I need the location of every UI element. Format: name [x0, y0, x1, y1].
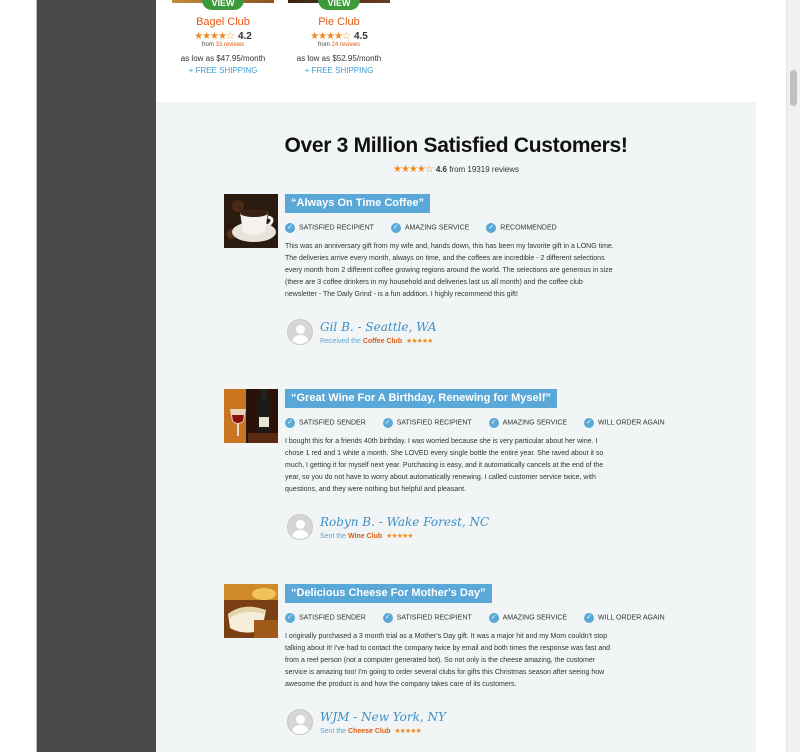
reviews-link[interactable]: 33 reviews	[215, 42, 244, 48]
reviewer-club: Received the Coffee Club ★★★★★	[320, 338, 433, 345]
reviews-link[interactable]: 24 reviews	[331, 42, 360, 48]
check-icon: ✓	[488, 613, 499, 623]
review-headline: “Great Wine For A Birthday, Renewing for…	[285, 389, 557, 408]
review-total-text: from 19319 reviews	[449, 165, 519, 174]
review-text: This was an anniversary gift from my wif…	[285, 243, 614, 298]
avatar	[287, 709, 313, 735]
review-text: I originally purchased a 3 month trial a…	[285, 633, 611, 688]
review-tag: ✓ WILL ORDER AGAIN	[584, 613, 665, 623]
product-price: as low as $47.95/month	[180, 54, 266, 63]
reviewer-name: Robyn B. - Wake Forest, NC	[320, 515, 490, 529]
review-tag: ✓ SATISFIED SENDER	[285, 613, 366, 623]
star-rating-icon: ★★★★★	[394, 728, 421, 735]
reviews-section: Over 3 Million Satisfied Customers! ★★★★…	[156, 102, 756, 752]
view-button[interactable]: VIEW	[202, 0, 244, 10]
product-price: as low as $52.95/month	[296, 54, 382, 63]
review-tag: ✓ SATISFIED RECIPIENT	[285, 223, 374, 233]
check-icon: ✓	[285, 613, 295, 623]
club-link[interactable]: Coffee Club	[363, 338, 402, 345]
view-button[interactable]: VIEW	[318, 0, 360, 10]
review-tags: ✓ SATISFIED SENDER ✓ SATISFIED RECIPIENT ✓…	[285, 613, 680, 625]
check-icon: ✓	[486, 223, 497, 233]
main-content: VIEW Bagel Club ★★★★☆ 4.2 from 33 reviews…	[156, 0, 786, 752]
club-link[interactable]: Cheese Club	[348, 728, 390, 735]
review-tag: ✓ SATISFIED SENDER	[285, 418, 366, 428]
check-icon: ✓	[584, 418, 595, 428]
product-rating: ★★★★☆ 4.2	[158, 31, 288, 42]
review-tags: ✓ SATISFIED SENDER ✓ SATISFIED RECIPIENT ✓…	[285, 418, 680, 430]
review-count: from 33 reviews	[158, 42, 288, 48]
star-rating-icon: ★★★★☆	[393, 164, 434, 175]
cheese-photo	[224, 584, 278, 638]
review-tag: ✓ AMAZING SERVICE	[488, 613, 567, 623]
club-link[interactable]: Wine Club	[348, 533, 382, 540]
vertical-scrollbar[interactable]	[786, 0, 800, 752]
coffee-photo	[224, 194, 278, 248]
star-rating-icon: ★★★★★	[406, 338, 433, 345]
review-tag: ✓ SATISFIED RECIPIENT	[382, 418, 472, 428]
review-tag: ✓ AMAZING SERVICE	[488, 418, 567, 428]
product-name[interactable]: Bagel Club	[158, 16, 288, 28]
scrollbar-thumb[interactable]	[790, 70, 797, 106]
star-rating-icon: ★★★★☆	[194, 31, 235, 42]
reviewer-name: WJM - New York, NY	[320, 710, 446, 724]
review-tag: ✓ RECOMMENDED	[486, 223, 557, 233]
from-text: from	[317, 42, 330, 48]
review-tags: ✓ SATISFIED RECIPIENT ✓ AMAZING SERVICE ✓ R…	[285, 223, 572, 235]
star-rating-icon: ★★★★★	[386, 533, 413, 540]
review-tag: ✓ SATISFIED RECIPIENT	[382, 613, 472, 623]
overall-rating: ★★★★☆ 4.6 from 19319 reviews	[156, 164, 756, 175]
check-icon: ✓	[382, 418, 393, 428]
product-row: VIEW Bagel Club ★★★★☆ 4.2 from 33 reviews…	[156, 0, 756, 100]
wine-photo	[224, 389, 278, 443]
free-shipping-label: + FREE SHIPPING	[304, 66, 374, 75]
review-count: from 24 reviews	[274, 42, 404, 48]
product-name[interactable]: Pie Club	[274, 16, 404, 28]
review-tag: ✓ WILL ORDER AGAIN	[584, 418, 665, 428]
check-icon: ✓	[584, 613, 595, 623]
dark-side-panel	[37, 0, 156, 752]
review-tag: ✓ AMAZING SERVICE	[390, 223, 469, 233]
reviewer-name: Gil B. - Seattle, WA	[320, 320, 437, 334]
overall-rating-value: 4.6	[435, 165, 447, 174]
rating-value: 4.5	[353, 31, 368, 42]
from-text: from	[201, 42, 214, 48]
review-headline: “Delicious Cheese For Mother's Day”	[285, 584, 492, 603]
avatar	[287, 514, 313, 540]
check-icon: ✓	[285, 418, 295, 428]
star-rating-icon: ★★★★☆	[310, 31, 351, 42]
review-text: I bought this for a friends 40th birthda…	[285, 438, 604, 493]
review-headline: “Always On Time Coffee”	[285, 194, 431, 213]
reviewer-club: Sent the Wine Club ★★★★★	[320, 533, 414, 540]
reviews-heading: Over 3 Million Satisfied Customers!	[284, 134, 628, 157]
avatar	[287, 319, 313, 345]
check-icon: ✓	[382, 613, 393, 623]
rating-value: 4.2	[237, 31, 252, 42]
free-shipping-label: + FREE SHIPPING	[188, 66, 258, 75]
check-icon: ✓	[390, 223, 401, 233]
reviewer-club: Sent the Cheese Club ★★★★★	[320, 728, 422, 735]
check-icon: ✓	[285, 223, 295, 233]
product-rating: ★★★★☆ 4.5	[274, 31, 404, 42]
check-icon: ✓	[488, 418, 499, 428]
